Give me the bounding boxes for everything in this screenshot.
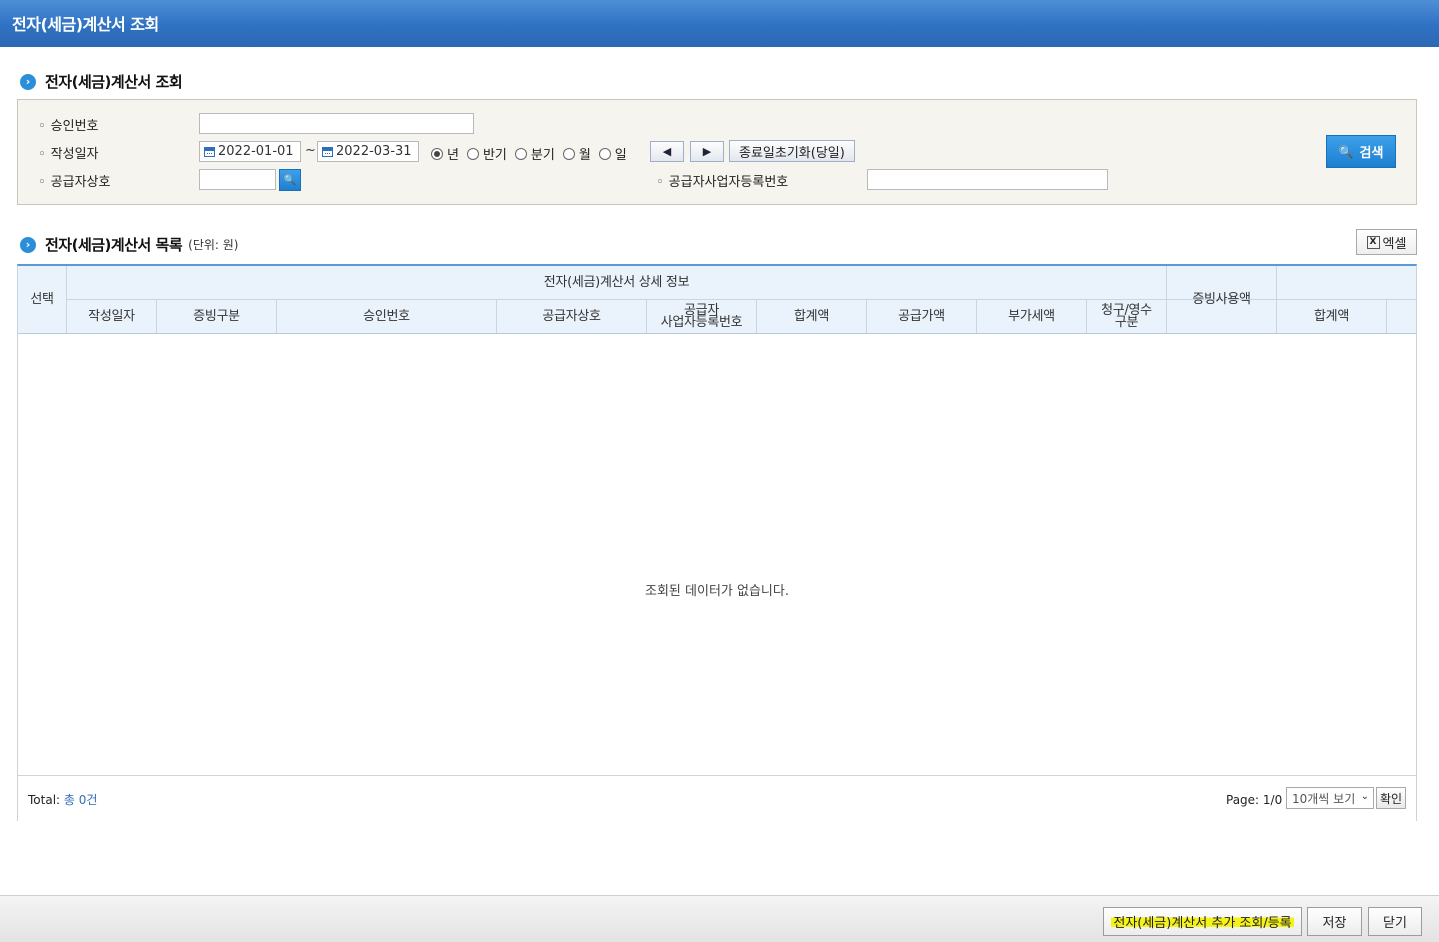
col-vat[interactable]: 부가세액 [977,300,1087,333]
search-button[interactable]: 🔍 검색 [1326,135,1396,168]
empty-message: 조회된 데이터가 없습니다. [645,584,789,599]
bottom-action-bar: 전자(세금)계산서 추가 조회/등록 저장 닫기 [0,895,1439,942]
chevron-down-icon: ⌄ [1360,791,1369,802]
period-option-half[interactable]: 반기 [466,144,507,163]
list-section-title: 전자(세금)계산서 목록 [45,236,183,254]
supplier-name-label: 공급자상호 [38,171,111,190]
unit-label: (단위: 원) [188,238,239,252]
excel-icon: X [1366,235,1380,249]
approval-no-input[interactable] [199,113,474,134]
supplier-search-button[interactable]: 🔍 [279,169,301,191]
list-section-heading: › 전자(세금)계산서 목록 (단위: 원) [20,234,238,255]
date-from-value: 2022-01-01 [218,144,294,159]
period-option-month[interactable]: 월 [562,144,591,163]
grid-footer: Total: 총 0건 Page: 1/0 10개씩 보기 ⌄ 확인 [18,775,1416,821]
total-count: Total: 총 0건 [28,793,98,807]
period-option-day[interactable]: 일 [598,144,627,163]
search-section-heading: › 전자(세금)계산서 조회 [20,71,183,92]
date-range-tilde: ~ [305,143,316,158]
prev-period-button[interactable]: ◀ [650,141,684,162]
col-select[interactable]: 선택 [18,266,67,333]
add-register-label: 전자(세금)계산서 추가 조회/등록 [1111,912,1294,931]
col-total2[interactable]: 합계액 [1277,300,1387,333]
col-approval-no[interactable]: 승인번호 [277,300,497,333]
date-to-input[interactable]: 2022-03-31 [317,141,419,162]
chevron-right-icon: › [20,73,36,90]
period-option-quarter[interactable]: 분기 [514,144,555,163]
reset-end-date-button[interactable]: 종료일초기화(당일) [729,140,855,162]
col-total[interactable]: 합계액 [757,300,867,333]
col-group-detail: 전자(세금)계산서 상세 정보 [67,266,1167,299]
col-supplier-regno[interactable]: 공급자 사업자등록번호 [647,300,757,333]
col-write-date[interactable]: 작성일자 [67,300,157,333]
invoice-grid: 선택 전자(세금)계산서 상세 정보 작성일자 증빙구분 승인번호 공급자상호 … [17,264,1417,821]
calendar-icon[interactable] [322,146,333,157]
date-to-value: 2022-03-31 [336,144,412,159]
add-register-button[interactable]: 전자(세금)계산서 추가 조회/등록 [1103,907,1302,936]
col-evidence-type[interactable]: 증빙구분 [157,300,277,333]
radio-icon[interactable] [514,147,527,160]
radio-icon[interactable] [598,147,611,160]
supplier-regno-input[interactable] [867,169,1108,190]
triangle-right-icon: ▶ [702,145,712,158]
close-button[interactable]: 닫기 [1368,907,1422,936]
col-claim-type[interactable]: 청구/영수 구분 [1087,300,1167,333]
period-option-year[interactable]: 년 [431,144,459,163]
search-icon: 🔍 [1338,144,1354,159]
save-button[interactable]: 저장 [1307,907,1362,936]
search-section-title: 전자(세금)계산서 조회 [45,73,183,91]
page-size-select[interactable]: 10개씩 보기 ⌄ [1286,787,1374,809]
supplier-name-input[interactable] [199,169,276,190]
grid-header: 선택 전자(세금)계산서 상세 정보 작성일자 증빙구분 승인번호 공급자상호 … [18,266,1416,334]
excel-button-label: 엑셀 [1382,236,1407,252]
window-titlebar: 전자(세금)계산서 조회 [0,0,1439,47]
period-radio-group: 년 반기 분기 월 일 [431,144,635,163]
col-supply-amount[interactable]: 공급가액 [867,300,977,333]
radio-icon[interactable] [562,147,575,160]
chevron-right-icon: › [20,236,36,253]
next-period-button[interactable]: ▶ [690,141,724,162]
col-evidence-used[interactable]: 증빙사용액 [1167,266,1277,333]
total-count-value: 총 0건 [63,793,98,807]
excel-export-button[interactable]: X 엑셀 [1356,229,1417,255]
page-confirm-button[interactable]: 확인 [1376,787,1406,809]
write-date-label: 작성일자 [38,143,99,162]
radio-selected-icon[interactable] [431,147,443,160]
calendar-icon[interactable] [204,146,215,157]
approval-no-label: 승인번호 [38,115,99,134]
date-from-input[interactable]: 2022-01-01 [199,141,301,162]
col-supplier-name[interactable]: 공급자상호 [497,300,647,333]
triangle-left-icon: ◀ [662,145,672,158]
page-info: Page: 1/0 [1226,793,1283,807]
search-button-label: 검색 [1359,146,1384,161]
search-icon: 🔍 [283,174,297,186]
window-title: 전자(세금)계산서 조회 [12,15,159,34]
supplier-regno-label: 공급자사업자등록번호 [656,171,789,190]
radio-icon[interactable] [466,147,479,160]
